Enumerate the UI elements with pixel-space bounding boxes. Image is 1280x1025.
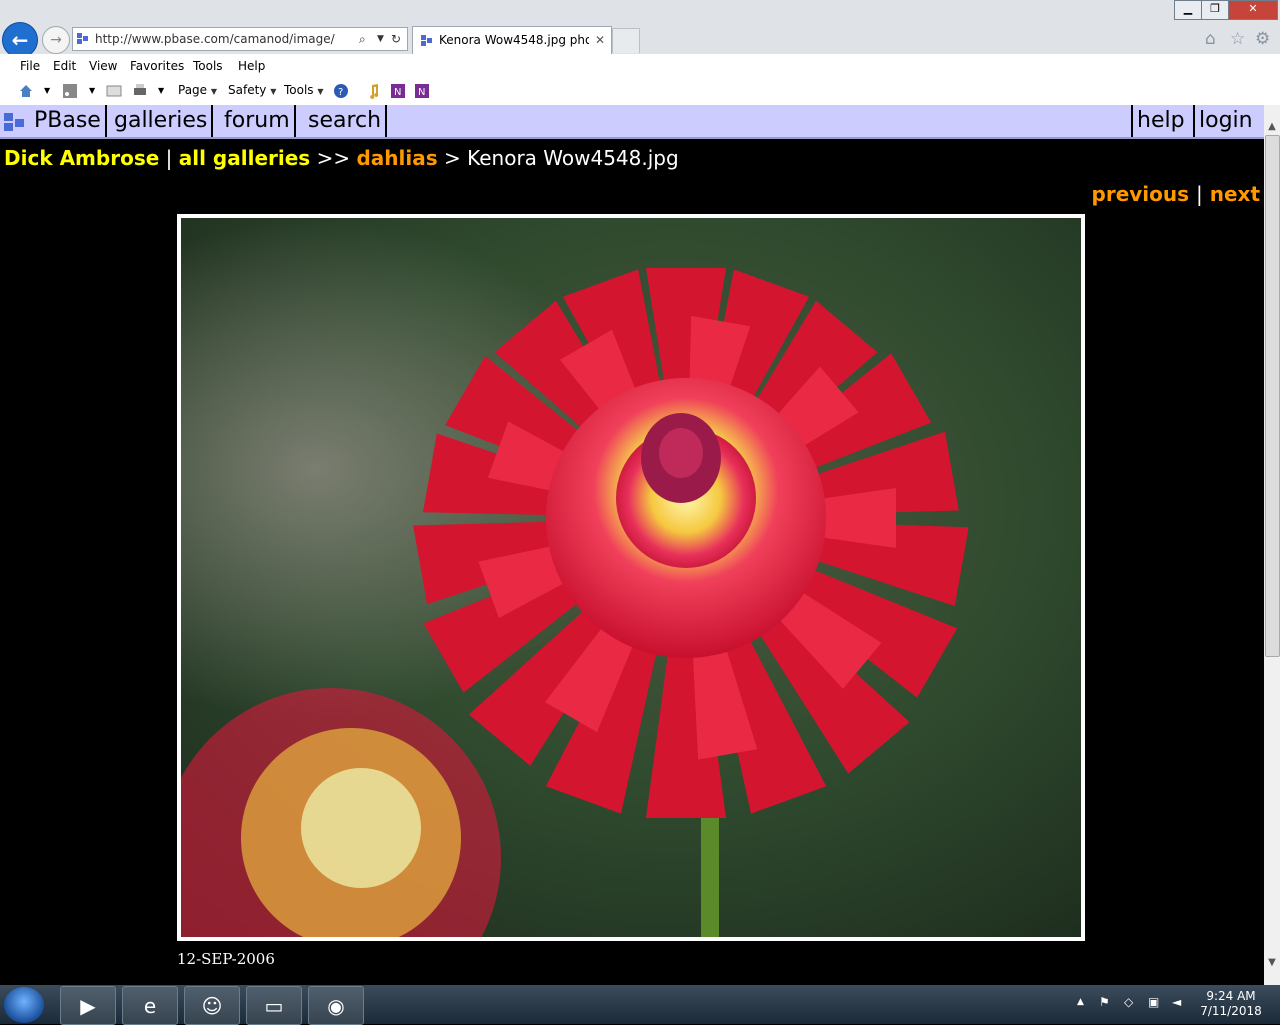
forward-button[interactable]: → bbox=[42, 26, 70, 54]
volume-muted-icon[interactable]: ◄ bbox=[1172, 995, 1181, 1009]
close-window-button[interactable]: ✕ bbox=[1228, 0, 1278, 20]
next-link[interactable]: next bbox=[1210, 182, 1260, 206]
maximize-button[interactable]: ❐ bbox=[1201, 0, 1229, 20]
dahlia-photo[interactable] bbox=[177, 214, 1085, 941]
network-icon[interactable]: ▣ bbox=[1148, 995, 1159, 1009]
music-note-icon[interactable] bbox=[366, 83, 382, 99]
breadcrumb-gallery[interactable]: dahlias bbox=[356, 146, 437, 170]
nav-galleries[interactable]: galleries bbox=[110, 105, 214, 137]
pbase-favicon-icon bbox=[77, 33, 88, 44]
safety-menu-label: Safety bbox=[228, 83, 267, 97]
media-player-taskbar-icon[interactable]: ▶ bbox=[60, 986, 116, 1025]
start-button[interactable] bbox=[4, 987, 44, 1023]
system-clock[interactable]: 9:24 AM 7/11/2018 bbox=[1196, 989, 1266, 1019]
back-button[interactable]: ← bbox=[2, 22, 38, 58]
tab-current[interactable]: Kenora Wow4548.jpg photo... ✕ bbox=[412, 26, 612, 55]
chevron-down-icon[interactable]: ▼ bbox=[377, 28, 384, 50]
home-icon[interactable]: ⌂ bbox=[1205, 29, 1216, 49]
previous-link[interactable]: previous bbox=[1092, 182, 1190, 206]
dahlia-image bbox=[181, 218, 1081, 937]
pbase-home-link[interactable]: PBase bbox=[30, 105, 107, 137]
pbase-navbar: PBase galleries forum search help login bbox=[0, 105, 1264, 139]
mail-icon[interactable] bbox=[106, 83, 122, 99]
windows-taskbar: ▶ e ☺ ▭ ◉ ▲ ⚑ ◇ ▣ ◄ 9:24 AM 7/11/2018 bbox=[0, 985, 1280, 1025]
pager-separator: | bbox=[1196, 182, 1203, 206]
command-bar: ▼ ▼ ▼ Page ▼ Safety ▼ Tools ▼ ? N N bbox=[0, 78, 1280, 105]
menu-help[interactable]: Help bbox=[238, 59, 265, 73]
tools-menu[interactable]: Tools ▼ bbox=[284, 83, 324, 97]
url-text: http://www.pbase.com/camanod/image/73254… bbox=[95, 32, 335, 46]
minimize-button[interactable]: ▁ bbox=[1174, 0, 1202, 20]
tab-title: Kenora Wow4548.jpg photo... bbox=[439, 33, 589, 47]
chevron-down-icon[interactable]: ▼ bbox=[89, 86, 95, 95]
users-taskbar-icon[interactable]: ☺ bbox=[184, 986, 240, 1025]
menu-view[interactable]: View bbox=[89, 59, 117, 73]
scroll-down-arrow-icon[interactable]: ▼ bbox=[1264, 957, 1280, 968]
address-bar[interactable]: http://www.pbase.com/camanod/image/73254… bbox=[72, 27, 408, 51]
scrollbar-thumb[interactable] bbox=[1265, 135, 1280, 657]
menu-bar: File Edit View Favorites Tools Help bbox=[0, 54, 1280, 78]
onenote-linked-icon[interactable]: N bbox=[414, 83, 430, 99]
close-tab-icon[interactable]: ✕ bbox=[595, 27, 605, 53]
page-menu[interactable]: Page ▼ bbox=[178, 83, 217, 97]
action-center-flag-icon[interactable]: ⚑ bbox=[1099, 995, 1110, 1009]
dropbox-icon[interactable]: ◇ bbox=[1124, 995, 1133, 1009]
help-icon[interactable]: ? bbox=[333, 83, 349, 99]
pbase-favicon-icon bbox=[421, 35, 432, 46]
pager: previous | next bbox=[1092, 182, 1260, 206]
photo-date: 12-SEP-2006 bbox=[177, 950, 275, 968]
svg-text:N: N bbox=[394, 87, 401, 98]
clock-time: 9:24 AM bbox=[1206, 989, 1256, 1003]
breadcrumb-owner[interactable]: Dick Ambrose bbox=[4, 146, 159, 170]
menu-favorites[interactable]: Favorites bbox=[130, 59, 184, 73]
show-hidden-icons-icon[interactable]: ▲ bbox=[1077, 997, 1084, 1007]
file-explorer-taskbar-icon[interactable]: ▭ bbox=[246, 986, 302, 1025]
menu-tools[interactable]: Tools bbox=[193, 59, 223, 73]
vertical-scrollbar[interactable]: ▲ ▼ bbox=[1264, 105, 1280, 985]
refresh-icon[interactable]: ↻ bbox=[391, 28, 401, 50]
tools-menu-label: Tools bbox=[284, 83, 314, 97]
feeds-icon[interactable] bbox=[62, 83, 78, 99]
search-icon[interactable]: ⌕ bbox=[359, 28, 366, 50]
breadcrumb-separator: | bbox=[165, 146, 173, 170]
breadcrumb-separator: >> bbox=[316, 146, 351, 170]
nav-help[interactable]: help bbox=[1131, 105, 1189, 137]
onenote-icon[interactable]: N bbox=[390, 83, 406, 99]
favorites-star-icon[interactable]: ☆ bbox=[1230, 29, 1245, 49]
safety-menu[interactable]: Safety ▼ bbox=[228, 83, 276, 97]
breadcrumb-all-galleries[interactable]: all galleries bbox=[179, 146, 310, 170]
settings-gear-icon[interactable]: ⚙ bbox=[1255, 29, 1270, 49]
pbase-logo-icon[interactable] bbox=[4, 111, 30, 133]
breadcrumb: Dick Ambrose | all galleries >> dahlias … bbox=[4, 146, 679, 170]
chevron-down-icon[interactable]: ▼ bbox=[158, 86, 164, 95]
menu-edit[interactable]: Edit bbox=[53, 59, 76, 73]
new-tab-button[interactable] bbox=[612, 28, 640, 53]
print-icon[interactable] bbox=[132, 83, 148, 99]
photo-viewer-taskbar-icon[interactable]: ◉ bbox=[308, 986, 364, 1025]
page-menu-label: Page bbox=[178, 83, 208, 97]
browser-titlebar: ← → http://www.pbase.com/camanod/image/7… bbox=[0, 0, 1280, 58]
home-icon[interactable] bbox=[18, 83, 34, 99]
internet-explorer-taskbar-icon[interactable]: e bbox=[122, 986, 178, 1025]
clock-date: 7/11/2018 bbox=[1200, 1004, 1262, 1018]
nav-login[interactable]: login bbox=[1193, 105, 1257, 137]
svg-text:?: ? bbox=[338, 87, 343, 98]
breadcrumb-current-image: Kenora Wow4548.jpg bbox=[467, 146, 679, 170]
svg-text:N: N bbox=[418, 87, 425, 98]
menu-file[interactable]: File bbox=[20, 59, 40, 73]
nav-search[interactable]: search bbox=[304, 105, 388, 137]
breadcrumb-separator: > bbox=[443, 146, 461, 170]
scroll-up-arrow-icon[interactable]: ▲ bbox=[1264, 121, 1280, 132]
chevron-down-icon[interactable]: ▼ bbox=[44, 86, 50, 95]
nav-forum[interactable]: forum bbox=[220, 105, 296, 137]
